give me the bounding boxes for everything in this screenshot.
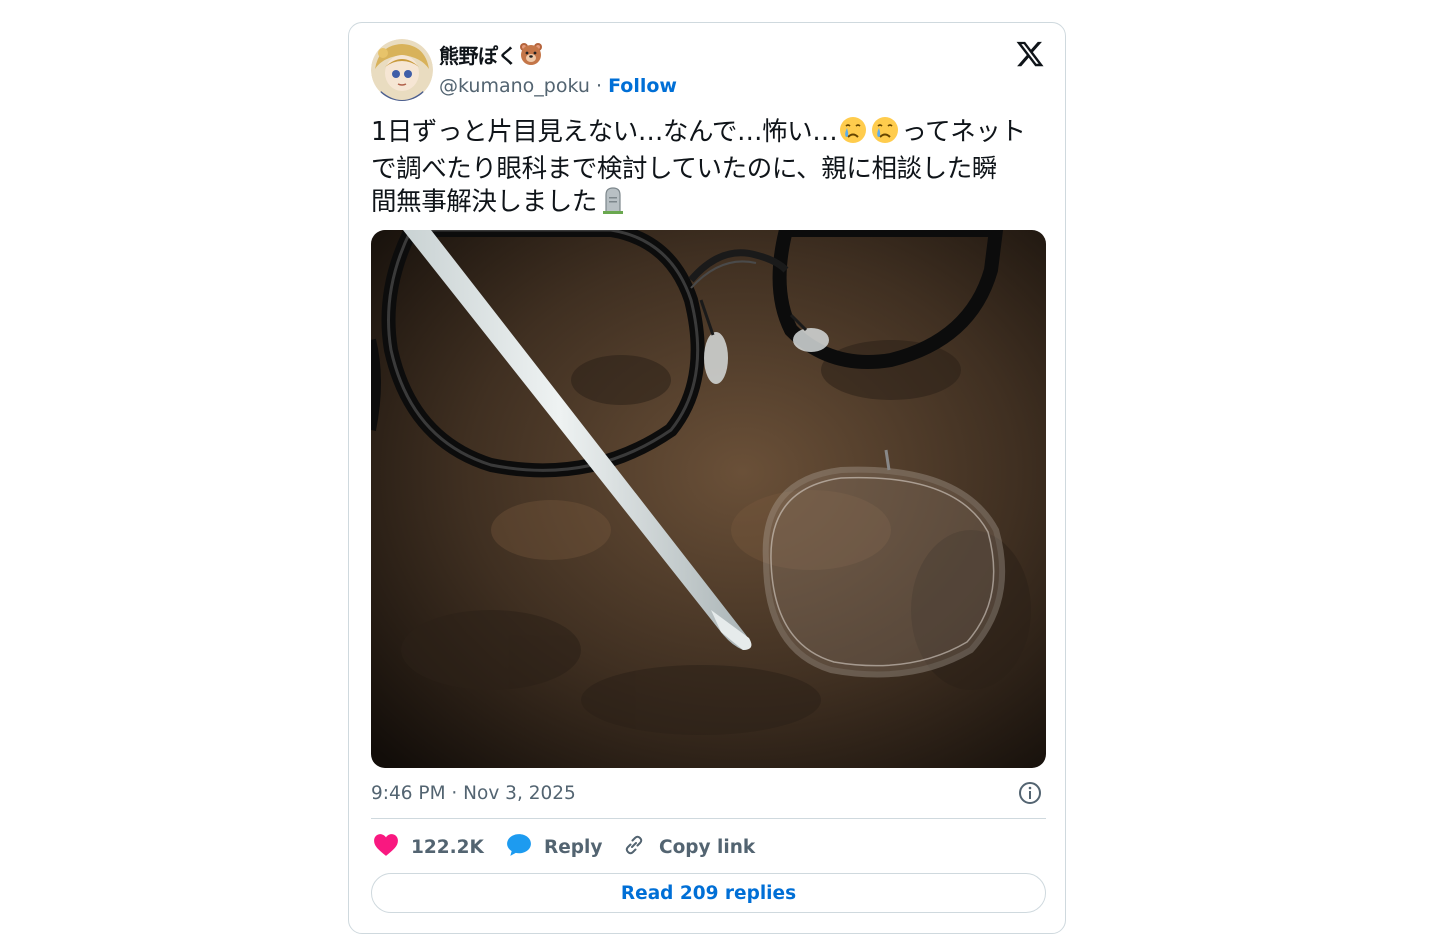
divider xyxy=(371,818,1046,819)
follow-button[interactable]: Follow xyxy=(608,75,677,97)
crying-face-icon xyxy=(870,115,900,153)
author-handle-row: @kumano_poku · Follow xyxy=(439,73,677,99)
avatar[interactable] xyxy=(371,39,433,101)
author-name[interactable]: 熊野ぽく xyxy=(439,42,543,73)
author-display-name: 熊野ぽく xyxy=(439,44,518,68)
tweet-timestamp[interactable]: 9:46 PM · Nov 3, 2025 xyxy=(371,781,576,807)
tweet-embed-card: 熊野ぽく @kumano_poku · Follow 1日ずっと片目見えない…な… xyxy=(348,22,1066,934)
like-button[interactable]: 122.2K xyxy=(373,832,484,862)
heart-icon xyxy=(373,833,399,862)
reply-button[interactable]: Reply xyxy=(506,832,602,862)
tweet-text-part-1: 1日ずっと片目見えない…なんで…怖い… xyxy=(371,117,838,147)
like-count: 122.2K xyxy=(411,836,484,858)
separator-dot: · xyxy=(595,75,603,97)
link-icon xyxy=(621,833,647,862)
x-logo-icon[interactable] xyxy=(1015,39,1045,73)
author-handle[interactable]: @kumano_poku xyxy=(439,75,590,97)
info-icon[interactable] xyxy=(1018,781,1042,809)
reply-bubble-icon xyxy=(506,833,532,862)
tweet-photo[interactable] xyxy=(371,230,1046,768)
copy-link-label: Copy link xyxy=(659,836,756,858)
bear-face-icon xyxy=(519,42,543,73)
read-replies-button[interactable]: Read 209 replies xyxy=(371,873,1046,913)
crying-face-icon xyxy=(838,115,868,153)
copy-link-button[interactable]: Copy link xyxy=(621,832,755,862)
headstone-icon xyxy=(598,185,628,223)
tweet-text: 1日ずっと片目見えない…なんで…怖い… ってネット で調べたり眼科まで検討していた… xyxy=(371,115,1051,223)
reply-label: Reply xyxy=(544,836,603,858)
read-replies-label: Read 209 replies xyxy=(620,882,797,904)
